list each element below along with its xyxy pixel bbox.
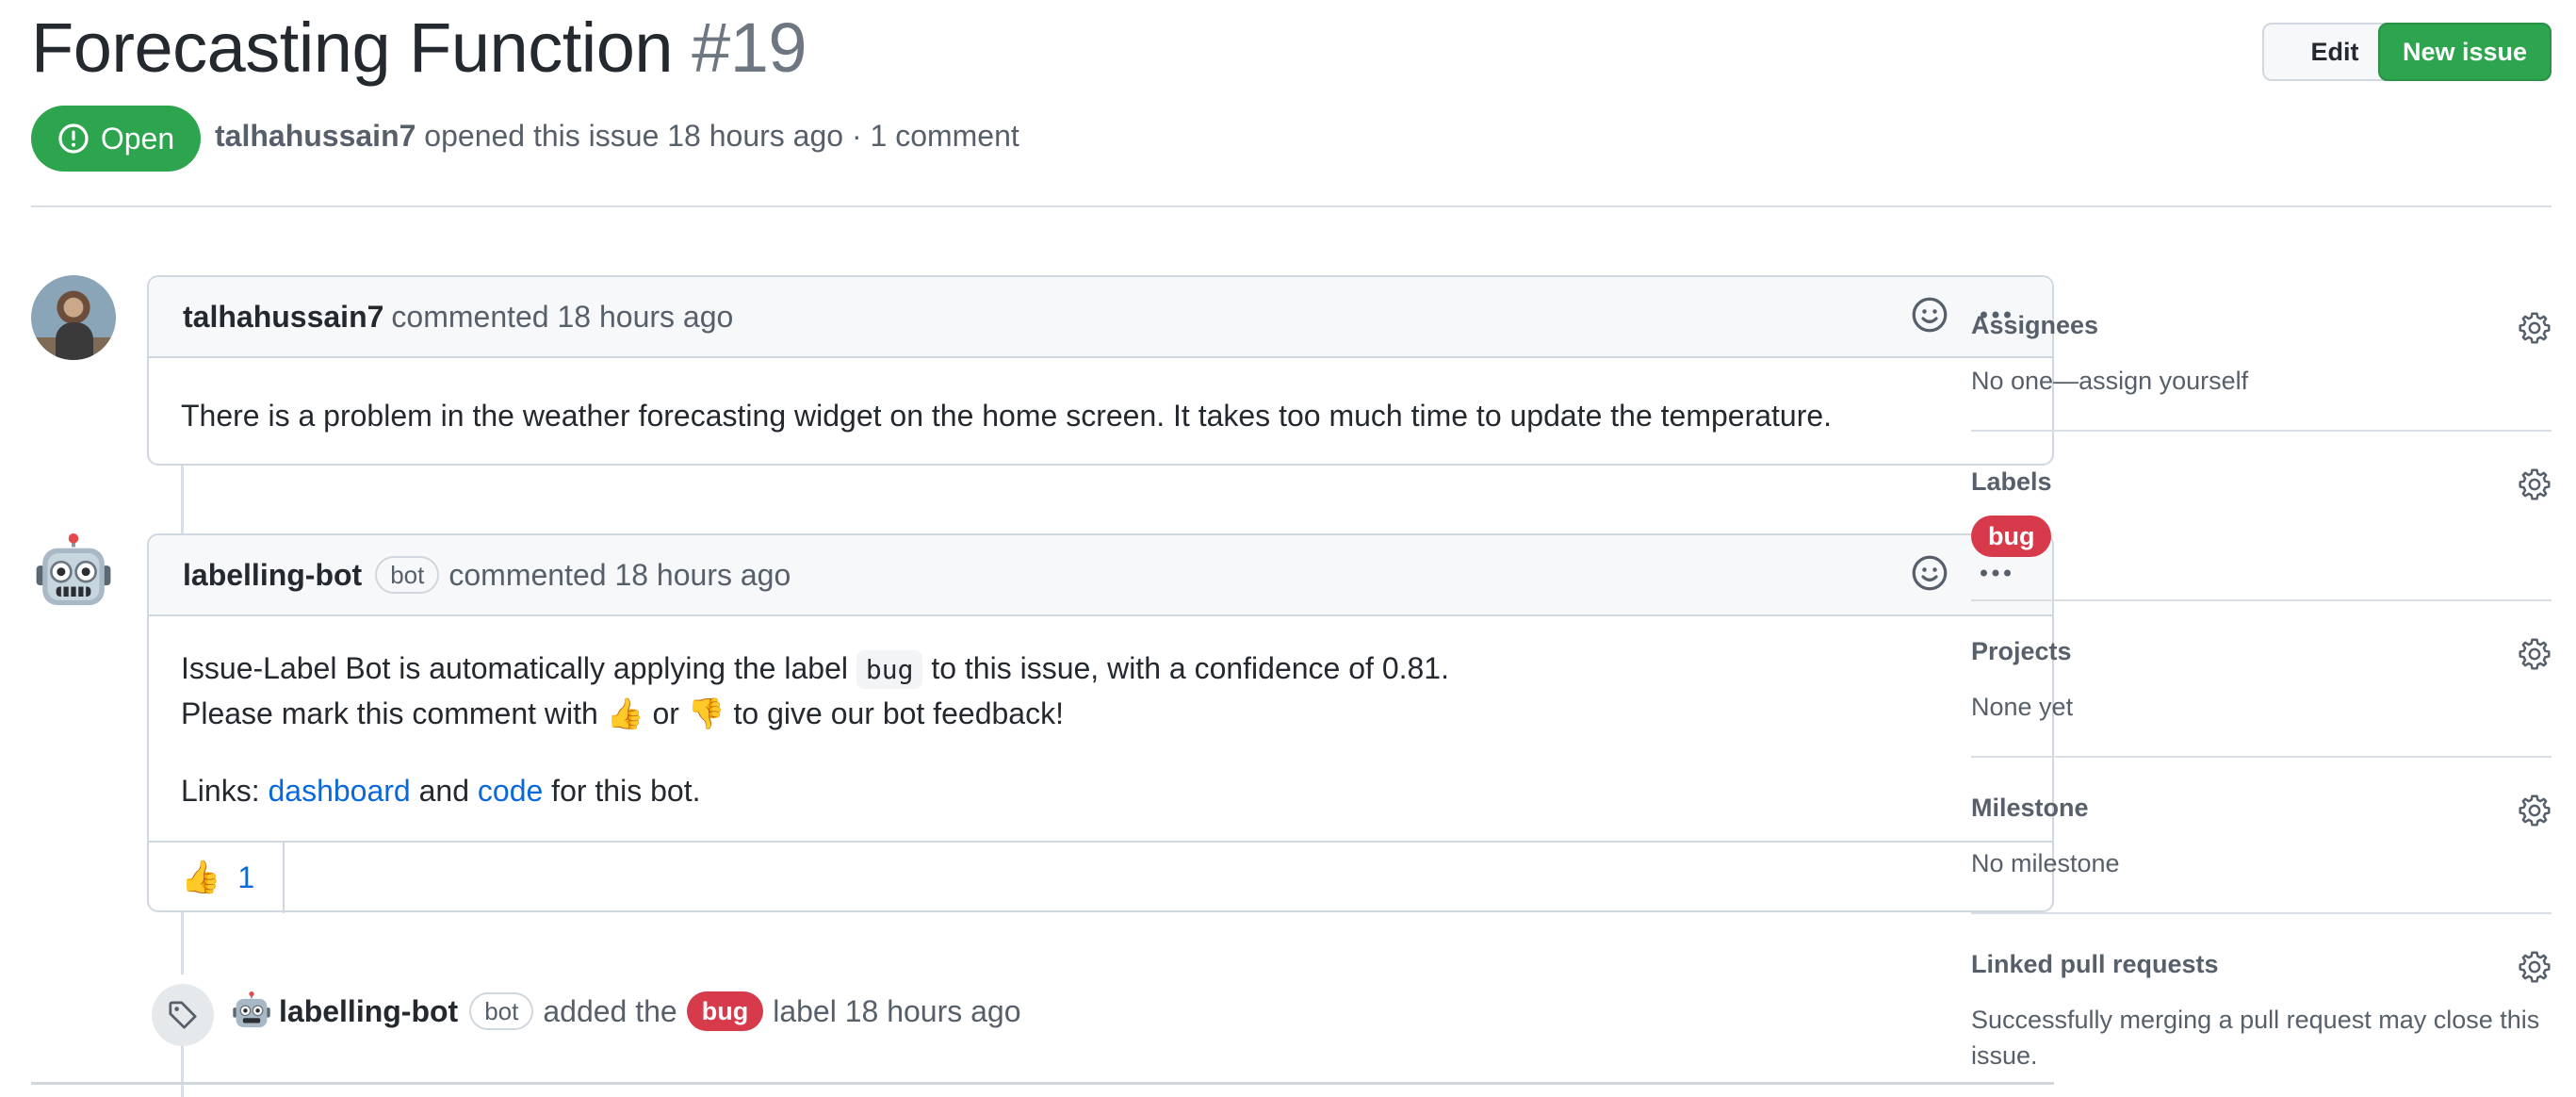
comment-card: talhahussain7 commented 18 hours ago The… (147, 275, 2054, 466)
issue-author-link[interactable]: talhahussain7 (215, 119, 416, 153)
reaction-count: 1 (237, 860, 255, 894)
comment-author-link[interactable]: talhahussain7 (183, 300, 383, 335)
sidebar-title: Milestone (1971, 794, 2089, 822)
gear-icon[interactable] (2518, 467, 2552, 501)
avatar[interactable] (31, 275, 116, 360)
robot-icon[interactable] (232, 991, 271, 1031)
sidebar-title: Linked pull requests (1971, 950, 2219, 978)
assign-yourself-link[interactable]: No one—assign yourself (1971, 363, 2552, 399)
bug-label[interactable]: bug (1971, 516, 2052, 557)
reactions-bar: 👍 1 (149, 841, 2052, 913)
comment-text: Issue-Label Bot is automatically applyin… (181, 651, 848, 685)
status-label: Open (100, 121, 175, 156)
thumbs-up-reaction-button[interactable]: 👍 1 (149, 842, 285, 913)
status-badge: Open (31, 106, 201, 172)
issue-meta-text: opened this issue 18 hours ago · 1 comme… (424, 119, 1019, 153)
timeline-connector (181, 466, 184, 533)
event-text: added the (543, 993, 677, 1028)
gear-icon[interactable] (2518, 637, 2552, 671)
robot-icon[interactable] (34, 533, 113, 613)
sidebar-value: None yet (1971, 693, 2074, 721)
comment-line: Issue-Label Bot is automatically applyin… (181, 647, 2020, 692)
label-event: labelling-bot bot added the bug label 18… (232, 991, 1021, 1031)
issue-number: #19 (692, 8, 807, 87)
issue-meta: talhahussain7 opened this issue 18 hours… (215, 119, 1019, 154)
issue-open-icon (58, 123, 89, 154)
bug-label[interactable]: bug (686, 991, 764, 1031)
sidebar-divider (1971, 599, 2552, 601)
header-divider (31, 205, 2552, 207)
smiley-icon[interactable] (1911, 554, 1948, 592)
sidebar-projects: Projects None yet (1971, 637, 2552, 725)
sidebar-divider (1971, 430, 2552, 432)
comment-text: for this bot. (551, 774, 701, 808)
sidebar-linked-pull-requests: Linked pull requests Successfully mergin… (1971, 950, 2552, 1073)
event-text[interactable]: label 18 hours ago (773, 994, 1020, 1029)
sidebar-value: Successfully merging a pull request may … (1971, 1006, 2540, 1070)
timeline-connector (181, 1046, 184, 1097)
comment-line: Please mark this comment with 👍 or 👎 to … (181, 692, 2020, 735)
event-actor-link[interactable]: labelling-bot (279, 994, 458, 1029)
gear-icon[interactable] (2518, 794, 2552, 827)
comment-text: to this issue, with a confidence of 0.81… (931, 651, 1449, 685)
comment-text: Please mark this comment with (181, 696, 598, 730)
comment-text: to give our bot feedback! (733, 696, 1064, 730)
comment-text: and (418, 774, 469, 808)
sidebar-title: Projects (1971, 637, 2072, 665)
issue-title: Forecasting Function #19 (31, 8, 807, 88)
sidebar-milestone: Milestone No milestone (1971, 794, 2552, 881)
comment-header: talhahussain7 commented 18 hours ago (149, 277, 2052, 358)
code-link[interactable]: code (478, 774, 543, 808)
comment-header: labelling-bot bot commented 18 hours ago (149, 535, 2052, 616)
comment-meta[interactable]: commented 18 hours ago (391, 300, 733, 335)
comment-body: There is a problem in the weather foreca… (181, 399, 1833, 433)
comment-meta[interactable]: commented 18 hours ago (448, 558, 791, 593)
tag-icon (169, 1001, 197, 1029)
bot-badge: bot (469, 992, 534, 1030)
dashboard-link[interactable]: dashboard (268, 774, 410, 808)
issue-title-text: Forecasting Function (31, 8, 674, 87)
smiley-icon[interactable] (1911, 296, 1948, 334)
new-issue-button[interactable]: New issue (2378, 23, 2552, 81)
thumbs-down-icon: 👎 (687, 696, 726, 731)
gear-icon[interactable] (2518, 950, 2552, 984)
comment-text: Links: (181, 774, 260, 808)
comment-card: labelling-bot bot commented 18 hours ago… (147, 533, 2054, 913)
thumbs-up-icon: 👍 (606, 696, 644, 731)
event-badge (152, 984, 214, 1046)
sidebar-divider (1971, 912, 2552, 914)
sidebar-value: No milestone (1971, 849, 2120, 877)
sidebar-labels: Labels bug (1971, 467, 2552, 557)
comment-line: Links: dashboard and code for this bot. (181, 769, 2020, 812)
thumbs-up-icon: 👍 (181, 859, 221, 896)
sidebar-divider (1971, 756, 2552, 758)
comment-author-link[interactable]: labelling-bot (183, 558, 362, 593)
comment-text: or (652, 696, 679, 730)
inline-code: bug (856, 650, 923, 689)
timeline-divider (31, 1082, 2054, 1085)
bot-badge: bot (375, 556, 440, 594)
comment-body: Issue-Label Bot is automatically applyin… (149, 616, 2052, 841)
kebab-horizontal-icon[interactable] (1977, 554, 2014, 592)
gear-icon[interactable] (2518, 311, 2552, 345)
sidebar-title: Assignees (1971, 311, 2099, 339)
sidebar-assignees: Assignees No one—assign yourself (1971, 311, 2552, 399)
sidebar-title: Labels (1971, 467, 2052, 496)
